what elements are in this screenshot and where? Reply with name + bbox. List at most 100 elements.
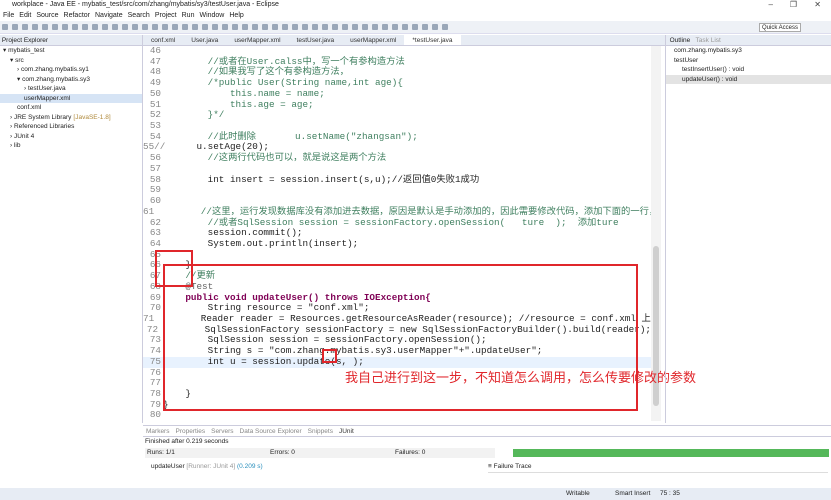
tab-confxml[interactable]: conf.xml xyxy=(143,35,183,45)
toolbar-button-icon[interactable] xyxy=(262,24,268,30)
line-text: System.out.println(insert); xyxy=(163,237,359,249)
tab-testuserjava[interactable]: *testUser.java xyxy=(404,35,461,45)
tree-item[interactable]: › lib xyxy=(0,141,142,151)
toolbar-button-icon[interactable] xyxy=(92,24,98,30)
line-number: 80 xyxy=(149,409,161,421)
toolbar-button-icon[interactable] xyxy=(242,24,248,30)
tab-usermapperxml[interactable]: userMapper.xml xyxy=(342,35,404,45)
toolbar-button-icon[interactable] xyxy=(252,24,258,30)
toolbar-button-icon[interactable] xyxy=(442,24,448,30)
tab-outline[interactable]: Outline xyxy=(670,37,691,44)
toolbar-button-icon[interactable] xyxy=(12,24,18,30)
tree-item[interactable]: › Referenced Libraries xyxy=(0,122,142,132)
toolbar-button-icon[interactable] xyxy=(312,24,318,30)
tab-properties[interactable]: Properties xyxy=(172,426,208,436)
toolbar-button-icon[interactable] xyxy=(162,24,168,30)
toolbar-button-icon[interactable] xyxy=(22,24,28,30)
menu-file[interactable]: File xyxy=(3,10,14,21)
toolbar-button-icon[interactable] xyxy=(332,24,338,30)
toolbar-button-icon[interactable] xyxy=(122,24,128,30)
toolbar-button-icon[interactable] xyxy=(412,24,418,30)
minimize-icon[interactable]: – xyxy=(769,0,773,10)
tree-item[interactable]: ▾ com.zhang.mybatis.sy3 xyxy=(0,75,142,85)
tab-servers[interactable]: Servers xyxy=(208,426,236,436)
toolbar-button-icon[interactable] xyxy=(432,24,438,30)
tree-item[interactable]: ▾ src xyxy=(0,56,142,66)
toolbar-button-icon[interactable] xyxy=(102,24,108,30)
tree-item[interactable]: › JUnit 4 xyxy=(0,132,142,142)
tab-userjava[interactable]: User.java xyxy=(183,35,226,45)
tree-item[interactable]: › testUser.java xyxy=(0,84,142,94)
toolbar-button-icon[interactable] xyxy=(232,24,238,30)
toolbar-button-icon[interactable] xyxy=(392,24,398,30)
toolbar-button-icon[interactable] xyxy=(202,24,208,30)
toolbar-button-icon[interactable] xyxy=(422,24,428,30)
maximize-icon[interactable]: ❐ xyxy=(790,0,797,10)
outline-item[interactable]: com.zhang.mybatis.sy3 xyxy=(666,46,831,56)
toolbar-button-icon[interactable] xyxy=(32,24,38,30)
toolbar-button-icon[interactable] xyxy=(322,24,328,30)
outline-item[interactable]: testUser xyxy=(666,56,831,66)
tab-markers[interactable]: Markers xyxy=(143,426,172,436)
menu-project[interactable]: Project xyxy=(155,10,177,21)
toolbar-button-icon[interactable] xyxy=(222,24,228,30)
editor-scrollbar[interactable] xyxy=(651,46,661,421)
tree-item[interactable]: userMapper.xml xyxy=(0,93,142,103)
toolbar-button-icon[interactable] xyxy=(172,24,178,30)
tab-junit[interactable]: JUnit xyxy=(335,426,357,436)
menu-navigate[interactable]: Navigate xyxy=(95,10,123,21)
toolbar-button-icon[interactable] xyxy=(112,24,118,30)
outline-item[interactable]: updateUser() : void xyxy=(666,74,831,84)
toolbar-button-icon[interactable] xyxy=(272,24,278,30)
toolbar-button-icon[interactable] xyxy=(152,24,158,30)
close-icon[interactable]: ✕ xyxy=(814,0,821,10)
menu-run[interactable]: Run xyxy=(182,10,195,21)
menu-refactor[interactable]: Refactor xyxy=(64,10,90,21)
toolbar-button-icon[interactable] xyxy=(302,24,308,30)
tree-item[interactable]: conf.xml xyxy=(0,103,142,113)
menu-source[interactable]: Source xyxy=(36,10,58,21)
code-line: 56 //这两行代码也可以，就是说这是两个方法 xyxy=(143,152,651,164)
toolbar-button-icon[interactable] xyxy=(292,24,298,30)
toolbar-button-icon[interactable] xyxy=(192,24,198,30)
toolbar-button-icon[interactable] xyxy=(362,24,368,30)
tab-testuserjava[interactable]: testUser.java xyxy=(289,35,343,45)
tab-data-source-explorer[interactable]: Data Source Explorer xyxy=(237,426,305,436)
test-result-item[interactable]: updateUser [Runner: JUnit 4] (0.209 s) xyxy=(151,463,263,470)
code-line: 59 xyxy=(143,185,651,196)
toolbar-button-icon[interactable] xyxy=(352,24,358,30)
line-text: //这两行代码也可以，就是说这是两个方法 xyxy=(163,152,387,164)
tab-task-list[interactable]: Task List xyxy=(696,37,721,44)
menu-search[interactable]: Search xyxy=(128,10,150,21)
toolbar-button-icon[interactable] xyxy=(372,24,378,30)
toolbar-button-icon[interactable] xyxy=(62,24,68,30)
toolbar-button-icon[interactable] xyxy=(42,24,48,30)
toolbar-button-icon[interactable] xyxy=(72,24,78,30)
toolbar-button-icon[interactable] xyxy=(212,24,218,30)
tree-item[interactable]: › com.zhang.mybatis.sy1 xyxy=(0,65,142,75)
tab-snippets[interactable]: Snippets xyxy=(305,426,336,436)
menu-help[interactable]: Help xyxy=(229,10,243,21)
tree-item[interactable]: › JRE System Library [JavaSE-1.8] xyxy=(0,113,142,123)
menu-edit[interactable]: Edit xyxy=(19,10,31,21)
tree-item[interactable]: ▾ mybatis_test xyxy=(0,46,142,56)
outline-item[interactable]: testInsertUser() : void xyxy=(666,65,831,75)
tab-usermapperxml[interactable]: userMapper.xml xyxy=(226,35,288,45)
toolbar-button-icon[interactable] xyxy=(52,24,58,30)
toolbar xyxy=(0,21,831,34)
toolbar-button-icon[interactable] xyxy=(82,24,88,30)
toolbar-button-icon[interactable] xyxy=(282,24,288,30)
toolbar-button-icon[interactable] xyxy=(132,24,138,30)
toolbar-button-icon[interactable] xyxy=(182,24,188,30)
toolbar-button-icon[interactable] xyxy=(142,24,148,30)
toolbar-button-icon[interactable] xyxy=(402,24,408,30)
toolbar-button-icon[interactable] xyxy=(342,24,348,30)
tree-item-label: JRE System Library xyxy=(13,113,72,121)
tree-item-label: com.zhang.mybatis.sy3 xyxy=(22,75,90,83)
quick-access-input[interactable]: Quick Access xyxy=(758,23,801,32)
menu-window[interactable]: Window xyxy=(199,10,224,21)
status-bar: Writable Smart Insert 75 : 35 xyxy=(0,488,831,500)
toolbar-button-icon[interactable] xyxy=(382,24,388,30)
junit-counters: Runs: 1/1 Errors: 0 Failures: 0 xyxy=(145,448,495,458)
toolbar-button-icon[interactable] xyxy=(2,24,8,30)
